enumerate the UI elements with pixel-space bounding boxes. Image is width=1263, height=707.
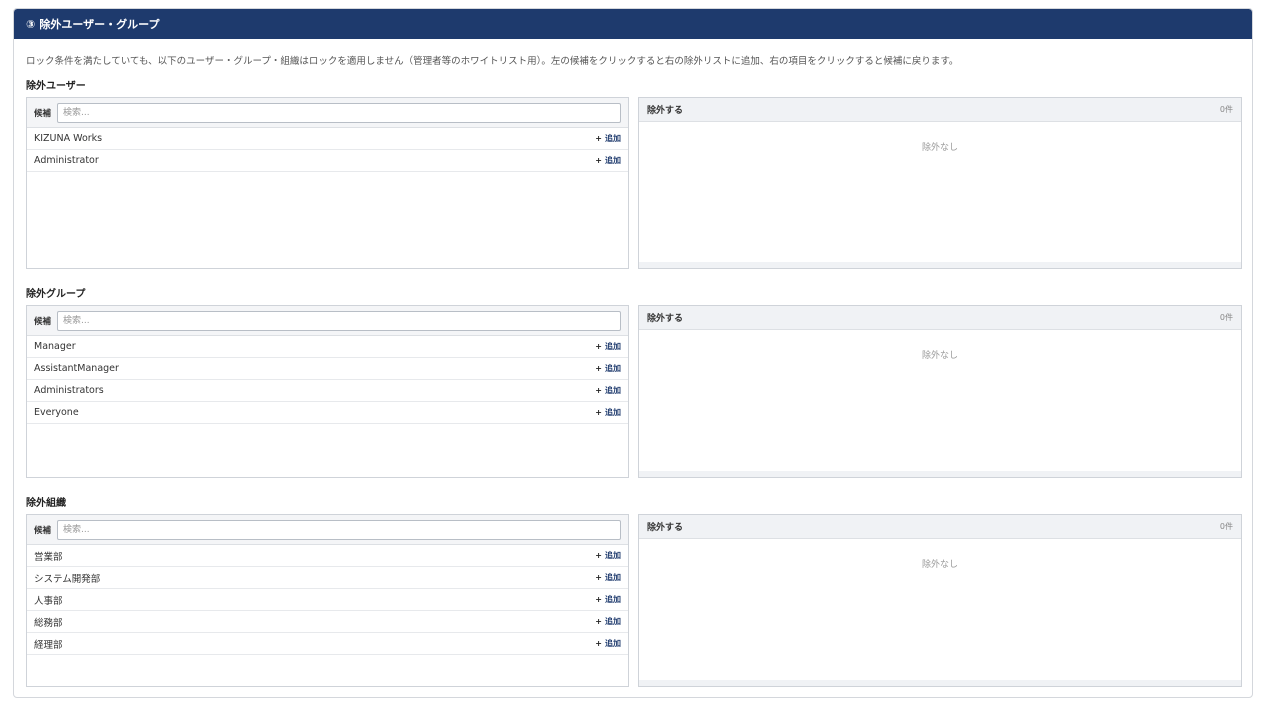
search-input-orgs[interactable] [57, 519, 621, 540]
candidates-label: 候補 [34, 525, 52, 536]
candidate-name: 総務部 [34, 617, 63, 629]
excluded-panel-orgs: 除外する 0件 除外なし [638, 514, 1242, 687]
candidates-panel-orgs: 候補 営業部 +追加 システム開発部 +追加 人事部 +追加 総務部 +追加 経… [26, 514, 629, 687]
excluded-footer [639, 680, 1241, 686]
add-button[interactable]: + 追加 [595, 385, 621, 396]
candidate-name: Administrator [34, 155, 99, 166]
candidates-label: 候補 [34, 108, 52, 119]
candidate-row[interactable]: 総務部 + 追加 [27, 611, 628, 633]
candidate-name: 営業部 [34, 551, 63, 563]
candidate-row[interactable]: 人事部 + 追加 [27, 589, 628, 611]
excluded-header: 除外する 0件 [639, 98, 1241, 122]
empty-message: 除外なし [921, 351, 958, 361]
excluded-footer [639, 262, 1241, 268]
candidate-name: KIZUNA Works [34, 133, 103, 144]
candidate-name: 経理部 [34, 639, 63, 651]
candidate-row[interactable]: AssistantManager + 追加 [27, 358, 628, 380]
add-button[interactable]: + 追加 [595, 133, 621, 144]
add-button[interactable]: + 追加 [595, 550, 621, 561]
description-text: ロック条件を満たしていても、以下のユーザー・グループ・組織はロックを適用しません… [26, 56, 959, 67]
search-input-users[interactable] [57, 102, 621, 123]
add-button[interactable]: + 追加 [595, 155, 621, 166]
excluded-header: 除外する 0件 [639, 306, 1241, 330]
excluded-title: 除外する [647, 314, 684, 324]
candidate-row[interactable]: Everyone + 追加 [27, 402, 628, 424]
candidate-row[interactable]: 経理部 + 追加 [27, 633, 628, 655]
excluded-footer [639, 471, 1241, 477]
empty-message: 除外なし [921, 560, 958, 570]
excluded-count: 0件 [1219, 522, 1233, 531]
section-title-orgs: 除外組織 [26, 498, 66, 509]
section-title-users: 除外ユーザー [26, 81, 86, 92]
candidate-row[interactable]: 営業部 + 追加 [27, 545, 628, 567]
candidate-name: 人事部 [34, 595, 63, 607]
section-title-groups: 除外グループ [26, 289, 86, 300]
add-button[interactable]: + 追加 [595, 363, 621, 374]
section-number: ③ [26, 17, 36, 31]
excluded-count: 0件 [1219, 105, 1233, 114]
excluded-count: 0件 [1219, 313, 1233, 322]
add-button[interactable]: + 追加 [595, 407, 621, 418]
candidates-panel-users: 候補 KIZUNA Works +追加 Administrator +追加 [26, 97, 629, 269]
candidate-name: Everyone [34, 407, 79, 418]
candidate-name: システム開発部 [34, 573, 101, 585]
candidate-name: Manager [34, 341, 76, 352]
empty-message: 除外なし [921, 143, 958, 153]
candidate-row[interactable]: システム開発部 + 追加 [27, 567, 628, 589]
excluded-title: 除外する [647, 523, 684, 533]
add-button[interactable]: + 追加 [595, 341, 621, 352]
add-button[interactable]: + 追加 [595, 638, 621, 649]
search-input-groups[interactable] [57, 310, 621, 331]
excluded-panel-groups: 除外する 0件 除外なし [638, 305, 1242, 478]
add-button[interactable]: + 追加 [595, 594, 621, 605]
candidate-row[interactable]: Manager + 追加 [27, 336, 628, 358]
candidates-header: 候補 [27, 98, 628, 128]
card-header: ③ 除外ユーザー・グループ [14, 9, 1252, 39]
candidate-row[interactable]: Administrators + 追加 [27, 380, 628, 402]
candidate-row[interactable]: KIZUNA Works + 追加 [27, 128, 628, 150]
candidates-header: 候補 [27, 306, 628, 336]
exclusion-card: ③ 除外ユーザー・グループ ロック条件を満たしていても、以下のユーザー・グループ… [13, 8, 1253, 698]
candidate-name: Administrators [34, 385, 104, 396]
add-button[interactable]: + 追加 [595, 616, 621, 627]
excluded-title: 除外する [647, 106, 684, 116]
add-button[interactable]: + 追加 [595, 572, 621, 583]
candidates-panel-groups: 候補 Manager +追加 AssistantManager +追加 Admi… [26, 305, 629, 478]
excluded-header: 除外する 0件 [639, 515, 1241, 539]
candidates-label: 候補 [34, 316, 52, 327]
excluded-panel-users: 除外する 0件 除外なし [638, 97, 1242, 269]
candidates-header: 候補 [27, 515, 628, 545]
candidate-row[interactable]: Administrator + 追加 [27, 150, 628, 172]
candidate-name: AssistantManager [34, 363, 119, 374]
card-title: 除外ユーザー・グループ [39, 18, 160, 31]
